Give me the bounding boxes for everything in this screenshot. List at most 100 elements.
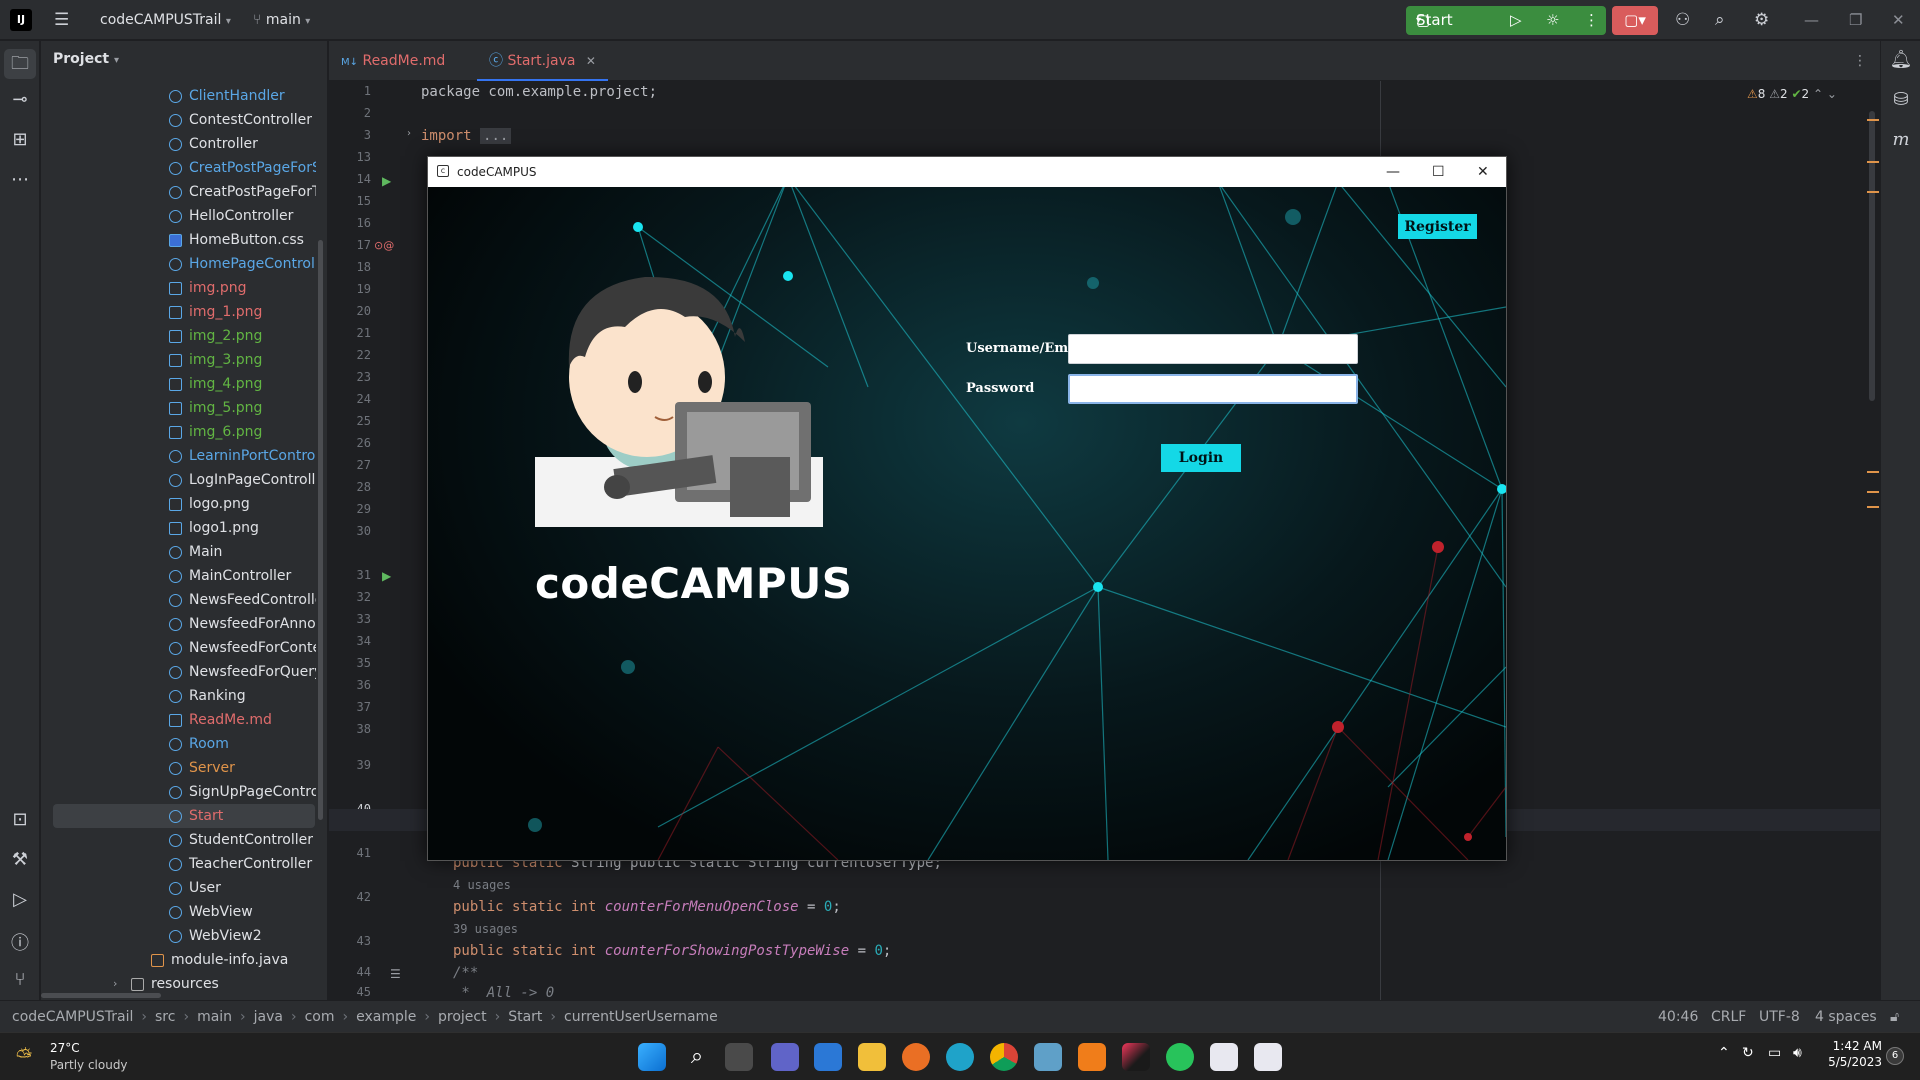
override-gutter-icon[interactable]: ⊙@	[374, 239, 394, 252]
xampp-icon[interactable]	[1078, 1043, 1106, 1071]
codecampus-title-bar[interactable]: c codeCAMPUS — ☐ ✕	[428, 157, 1506, 187]
clock[interactable]: 1:42 AM 5/5/2023	[1822, 1039, 1882, 1069]
lock-icon[interactable]: 🔓︎	[1890, 1001, 1899, 1033]
run-panel-icon[interactable]: ▷	[0, 889, 40, 910]
password-input[interactable]	[1068, 374, 1358, 404]
weather-widget[interactable]: ⛅︎ 27°C Partly cloudy	[14, 1041, 154, 1075]
code-with-me-icon[interactable]: ⚇	[1675, 0, 1690, 40]
login-button[interactable]: Login	[1161, 444, 1241, 472]
edge-icon[interactable]	[946, 1043, 974, 1071]
tree-item[interactable]: StudentController	[41, 828, 316, 852]
breadcrumb-item[interactable]: java	[254, 1009, 283, 1025]
tree-item[interactable]: img_5.png	[41, 396, 316, 420]
chrome-icon[interactable]	[990, 1043, 1018, 1071]
tree-item[interactable]: MainController	[41, 564, 316, 588]
tree-item[interactable]: TeacherController	[41, 852, 316, 876]
usages-hint[interactable]: 4 usages	[453, 878, 511, 892]
indent-setting[interactable]: 4 spaces	[1815, 1001, 1877, 1033]
tree-horizontal-scrollbar[interactable]	[41, 993, 161, 998]
tree-item[interactable]: ClientHandler	[41, 84, 316, 108]
main-menu-icon[interactable]: ☰	[54, 0, 69, 40]
build-icon[interactable]: ⚒	[0, 849, 40, 870]
codecampus-taskbar-icon[interactable]	[1210, 1043, 1238, 1071]
git-icon[interactable]: ⑂	[0, 969, 40, 990]
breadcrumb-item[interactable]: Start	[508, 1009, 542, 1025]
tree-item[interactable]: WebView	[41, 900, 316, 924]
folded-imports[interactable]: ...	[480, 128, 512, 144]
minimize-icon[interactable]: —	[1804, 0, 1819, 40]
breadcrumb-item[interactable]: project	[438, 1009, 487, 1025]
tray-network-icon[interactable]: ▭	[1768, 1045, 1781, 1061]
more-tools-icon[interactable]: ⋯	[0, 169, 40, 190]
tree-item[interactable]: ContestController	[41, 108, 316, 132]
remote-desktop-icon[interactable]	[1034, 1043, 1062, 1071]
commit-icon[interactable]: ⊸	[0, 89, 40, 110]
tab-start-java[interactable]: ⓒ Start.java ✕	[477, 41, 608, 81]
branch-selector[interactable]: ⑂ main ▾	[253, 0, 310, 40]
tree-item[interactable]: HelloController	[41, 204, 316, 228]
terminal-icon[interactable]: ⊡	[0, 809, 40, 830]
tree-item[interactable]: Room	[41, 732, 316, 756]
tree-item[interactable]: LogInPageController	[41, 468, 316, 492]
breadcrumb-item[interactable]: example	[356, 1009, 416, 1025]
tab-readme[interactable]: M↓ ReadMe.md	[341, 41, 445, 81]
file-explorer-icon[interactable]	[858, 1043, 886, 1071]
start-windows-icon[interactable]	[638, 1043, 666, 1071]
tree-item[interactable]: NewsFeedController	[41, 588, 316, 612]
run-icon[interactable]: ▷	[1510, 6, 1522, 35]
tree-item[interactable]: NewsfeedForAnnounc	[41, 612, 316, 636]
intellij-logo-icon[interactable]: IJ	[10, 9, 32, 31]
tray-chevron-up-icon[interactable]: ⌃	[1718, 1045, 1730, 1061]
tree-item[interactable]: CreatPostPageForStud	[41, 156, 316, 180]
tree-item[interactable]: Start	[53, 804, 315, 828]
tree-item[interactable]: img_6.png	[41, 420, 316, 444]
database-icon[interactable]: ⛁	[1881, 89, 1920, 110]
teams-icon[interactable]	[771, 1043, 799, 1071]
tree-item[interactable]: Server	[41, 756, 316, 780]
tree-item[interactable]: LearninPortController	[41, 444, 316, 468]
fold-arrow-icon[interactable]: ›	[407, 128, 411, 139]
stop-button[interactable]: ▢▾	[1612, 6, 1658, 35]
tree-item[interactable]: CreatPostPageForTeac	[41, 180, 316, 204]
project-panel-title[interactable]: Project ▾	[53, 51, 119, 67]
line-separator[interactable]: CRLF	[1711, 1001, 1746, 1033]
caret-position[interactable]: 40:46	[1658, 1001, 1698, 1033]
minimize-icon[interactable]: —	[1386, 157, 1400, 187]
tree-item[interactable]: NewsfeedForQueryCo	[41, 660, 316, 684]
tree-item[interactable]: img.png	[41, 276, 316, 300]
close-icon[interactable]: ✕	[1477, 157, 1489, 187]
restore-icon[interactable]: ❐	[1849, 0, 1862, 40]
tree-item[interactable]: User	[41, 876, 316, 900]
inspection-widget[interactable]: ⚠8 ⚠2 ✔2 ⌃ ⌄	[1747, 87, 1837, 101]
file-encoding[interactable]: UTF-8	[1759, 1001, 1800, 1033]
close-icon[interactable]: ✕	[1892, 0, 1905, 40]
tree-item[interactable]: logo1.png	[41, 516, 316, 540]
project-selector[interactable]: codeCAMPUSTrail ▾	[100, 0, 231, 40]
doc-comment-toggle-icon[interactable]: ☰	[390, 967, 401, 981]
search-icon[interactable]: ⌕	[683, 1043, 711, 1071]
tree-item[interactable]: img_4.png	[41, 372, 316, 396]
tree-item[interactable]: img_2.png	[41, 324, 316, 348]
intellij-taskbar-icon[interactable]	[1122, 1043, 1150, 1071]
more-actions-icon[interactable]: ⋮	[1584, 6, 1599, 35]
tree-item[interactable]: img_3.png	[41, 348, 316, 372]
tray-volume-icon[interactable]: 🔊︎	[1793, 1045, 1802, 1061]
close-tab-icon[interactable]: ✕	[586, 54, 596, 68]
notification-badge[interactable]: 6	[1886, 1047, 1904, 1065]
usages-hint[interactable]: 39 usages	[453, 922, 518, 936]
tray-sync-icon[interactable]: ↻	[1742, 1045, 1754, 1061]
username-input[interactable]	[1068, 334, 1358, 364]
tree-item[interactable]: HomePageController	[41, 252, 316, 276]
tree-item[interactable]: HomeButton.css	[41, 228, 316, 252]
tabs-more-icon[interactable]: ⋮	[1853, 41, 1867, 81]
run-gutter-icon[interactable]: ▶	[382, 569, 391, 583]
notifications-icon[interactable]: 🔔︎	[1881, 49, 1920, 70]
tree-item[interactable]: img_1.png	[41, 300, 316, 324]
codecampus-taskbar-icon-2[interactable]	[1254, 1043, 1282, 1071]
editor-scrollbar[interactable]	[1869, 111, 1875, 401]
breadcrumb-item[interactable]: com	[305, 1009, 335, 1025]
project-scrollbar[interactable]	[318, 240, 323, 820]
tree-item[interactable]: ReadMe.md	[41, 708, 316, 732]
problems-icon[interactable]: ⓘ	[0, 929, 40, 955]
run-gutter-icon[interactable]: ▶	[382, 174, 391, 188]
